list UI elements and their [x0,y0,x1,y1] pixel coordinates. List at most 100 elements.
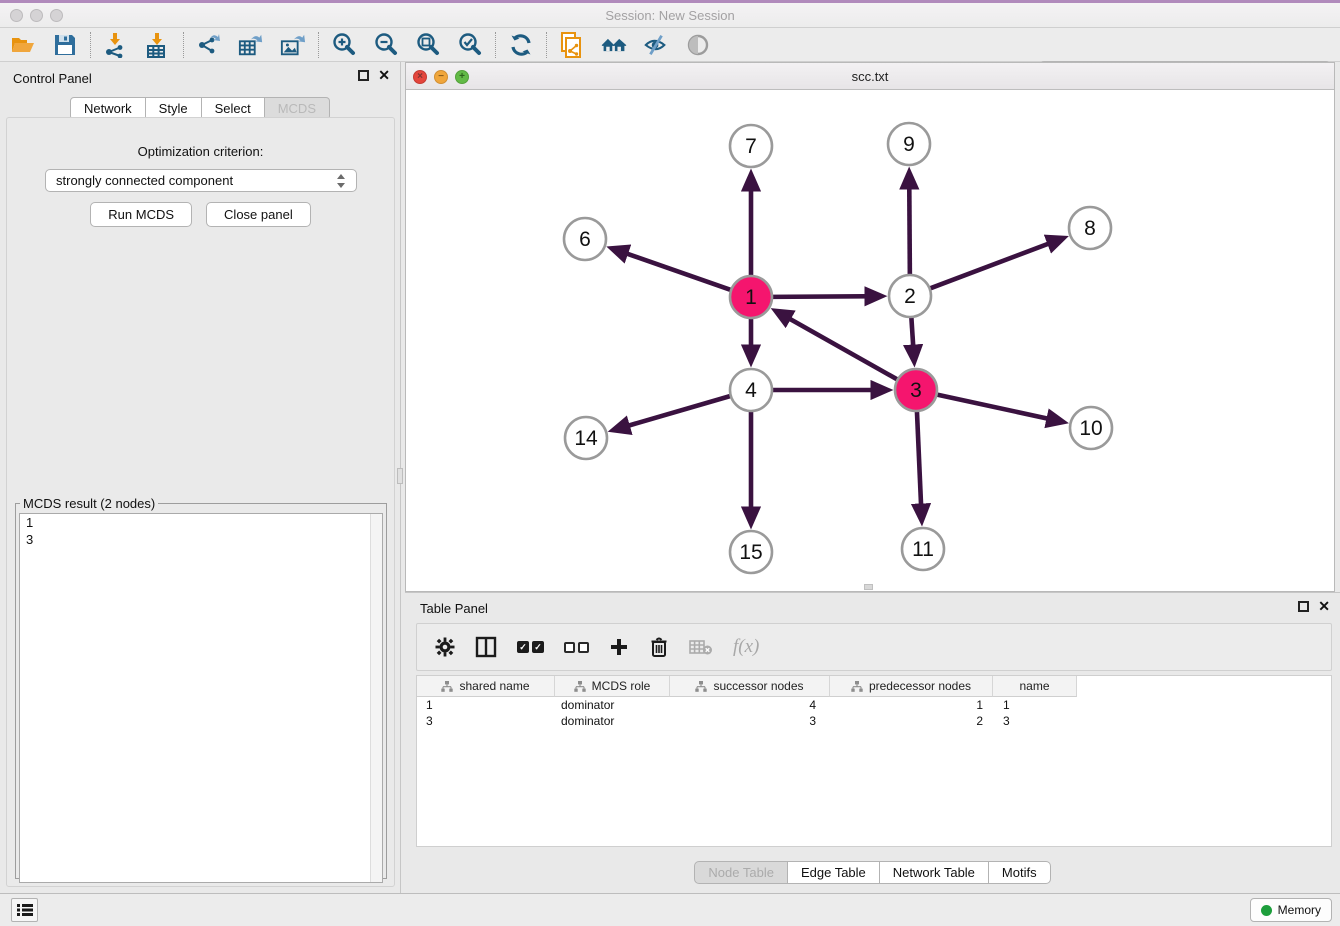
tab-network-table[interactable]: Network Table [880,861,989,884]
graph-edge-2-3[interactable] [911,317,914,361]
column-chooser-icon[interactable] [475,636,497,658]
mcds-result-list[interactable]: 1 3 [19,513,383,883]
float-table-panel-icon[interactable] [1298,601,1309,612]
function-builder-icon-disabled: f(x) [733,636,759,658]
cell-shared-name: 1 [417,697,555,713]
network-canvas[interactable]: 7968124314101511 [406,90,1334,591]
tab-node-table[interactable]: Node Table [694,861,788,884]
toolbar-separator [318,32,319,58]
control-panel: Control Panel ✕ Network Style Select MCD… [0,62,401,893]
node-table: shared name MCDS role successor nodes pr… [416,675,1332,847]
column-header-mcds-role[interactable]: MCDS role [555,676,670,697]
export-network-icon[interactable] [196,32,222,58]
network-resize-grip[interactable] [864,584,873,590]
add-column-icon[interactable] [609,637,629,657]
refresh-view-icon[interactable] [508,32,534,58]
network-view-window: × − + scc.txt 7968124314101511 [405,62,1335,592]
table-panel-title: Table Panel [420,601,488,616]
graph-edge-2-9[interactable] [909,173,910,275]
cell-predecessor-nodes: 2 [830,713,993,729]
copy-network-icon[interactable] [559,32,585,58]
toolbar-separator [495,32,496,58]
table-toolbar: ✓✓ f(x) [416,623,1332,671]
memory-button[interactable]: Memory [1250,898,1332,922]
graph-edge-4-14[interactable] [614,396,731,430]
graph-node-label: 8 [1084,217,1096,240]
graph-edge-1-2[interactable] [772,296,881,297]
toolbar-separator [546,32,547,58]
task-history-button[interactable] [11,898,38,922]
zoom-out-icon[interactable] [373,32,399,58]
network-window-titlebar[interactable]: × − + scc.txt [406,63,1334,90]
result-node-id: 1 [20,514,382,531]
show-graphics-icon[interactable] [685,32,711,58]
mcds-result-box: MCDS result (2 nodes) 1 3 [15,496,387,879]
deselect-all-columns-icon[interactable] [564,642,589,653]
tab-motifs[interactable]: Motifs [989,861,1051,884]
result-node-id: 3 [20,531,382,548]
optimization-criterion-label: Optimization criterion: [7,144,394,159]
network-column-icon [574,681,586,692]
cell-shared-name: 3 [417,713,555,729]
table-row[interactable]: 1 dominator 4 1 1 [417,697,1331,713]
close-panel-button[interactable]: Close panel [206,202,311,227]
float-panel-icon[interactable] [358,70,369,81]
graph-node-label: 6 [579,228,591,251]
graph-node-label: 3 [910,379,922,402]
tab-edge-table[interactable]: Edge Table [788,861,880,884]
select-all-columns-icon[interactable]: ✓✓ [517,641,544,653]
optimization-criterion-select[interactable]: strongly connected component [45,169,357,192]
graph-edge-2-8[interactable] [930,238,1063,288]
graph-edge-3-1[interactable] [776,311,897,379]
home-layout-icon[interactable] [601,32,627,58]
graph-edge-3-11[interactable] [917,411,922,520]
delete-column-trash-icon[interactable] [649,636,669,658]
import-table-icon[interactable] [145,32,171,58]
toolbar-separator [183,32,184,58]
zoom-fit-icon[interactable] [415,32,441,58]
main-toolbar [0,28,1340,62]
network-column-icon [851,681,863,692]
mcds-panel-body: Optimization criterion: strongly connect… [6,117,395,887]
network-column-icon [441,681,453,692]
export-table-icon[interactable] [238,32,264,58]
cell-name: 3 [993,713,1077,729]
app-titlebar: Session: New Session [0,3,1340,28]
zoom-in-icon[interactable] [331,32,357,58]
select-stepper-icon [336,173,346,189]
export-image-icon[interactable] [280,32,306,58]
open-file-icon[interactable] [10,32,36,58]
graph-node-label: 1 [745,286,757,309]
network-window-title: scc.txt [406,69,1334,84]
graph-node-label: 4 [745,379,757,402]
import-network-icon[interactable] [103,32,129,58]
toolbar-separator [90,32,91,58]
close-table-panel-icon[interactable]: ✕ [1318,601,1330,612]
graph-node-label: 7 [745,135,757,158]
column-header-successor-nodes[interactable]: successor nodes [670,676,830,697]
cell-name: 1 [993,697,1077,713]
zoom-selected-icon[interactable] [457,32,483,58]
graph-edge-3-10[interactable] [937,394,1063,421]
window-title: Session: New Session [0,8,1340,23]
graph-edge-1-6[interactable] [612,249,731,291]
table-row[interactable]: 3 dominator 3 2 3 [417,713,1331,729]
column-header-name[interactable]: name [993,676,1077,697]
control-panel-title: Control Panel [13,71,92,86]
table-settings-gear-icon[interactable] [435,637,455,657]
selected-criterion: strongly connected component [56,173,336,188]
list-icon [17,903,33,917]
graph-node-label: 9 [903,133,915,156]
cell-mcds-role: dominator [555,697,670,713]
delete-table-icon-disabled [689,638,713,656]
save-session-icon[interactable] [52,32,78,58]
run-mcds-button[interactable]: Run MCDS [90,202,192,227]
status-bar: Memory [0,893,1340,926]
hide-graphics-icon[interactable] [643,32,669,58]
panel-splitter-handle[interactable] [397,468,403,484]
close-panel-icon[interactable]: ✕ [378,70,390,81]
column-header-predecessor-nodes[interactable]: predecessor nodes [830,676,993,697]
result-scrollbar[interactable] [370,514,382,882]
graph-node-label: 15 [739,541,762,564]
column-header-shared-name[interactable]: shared name [417,676,555,697]
